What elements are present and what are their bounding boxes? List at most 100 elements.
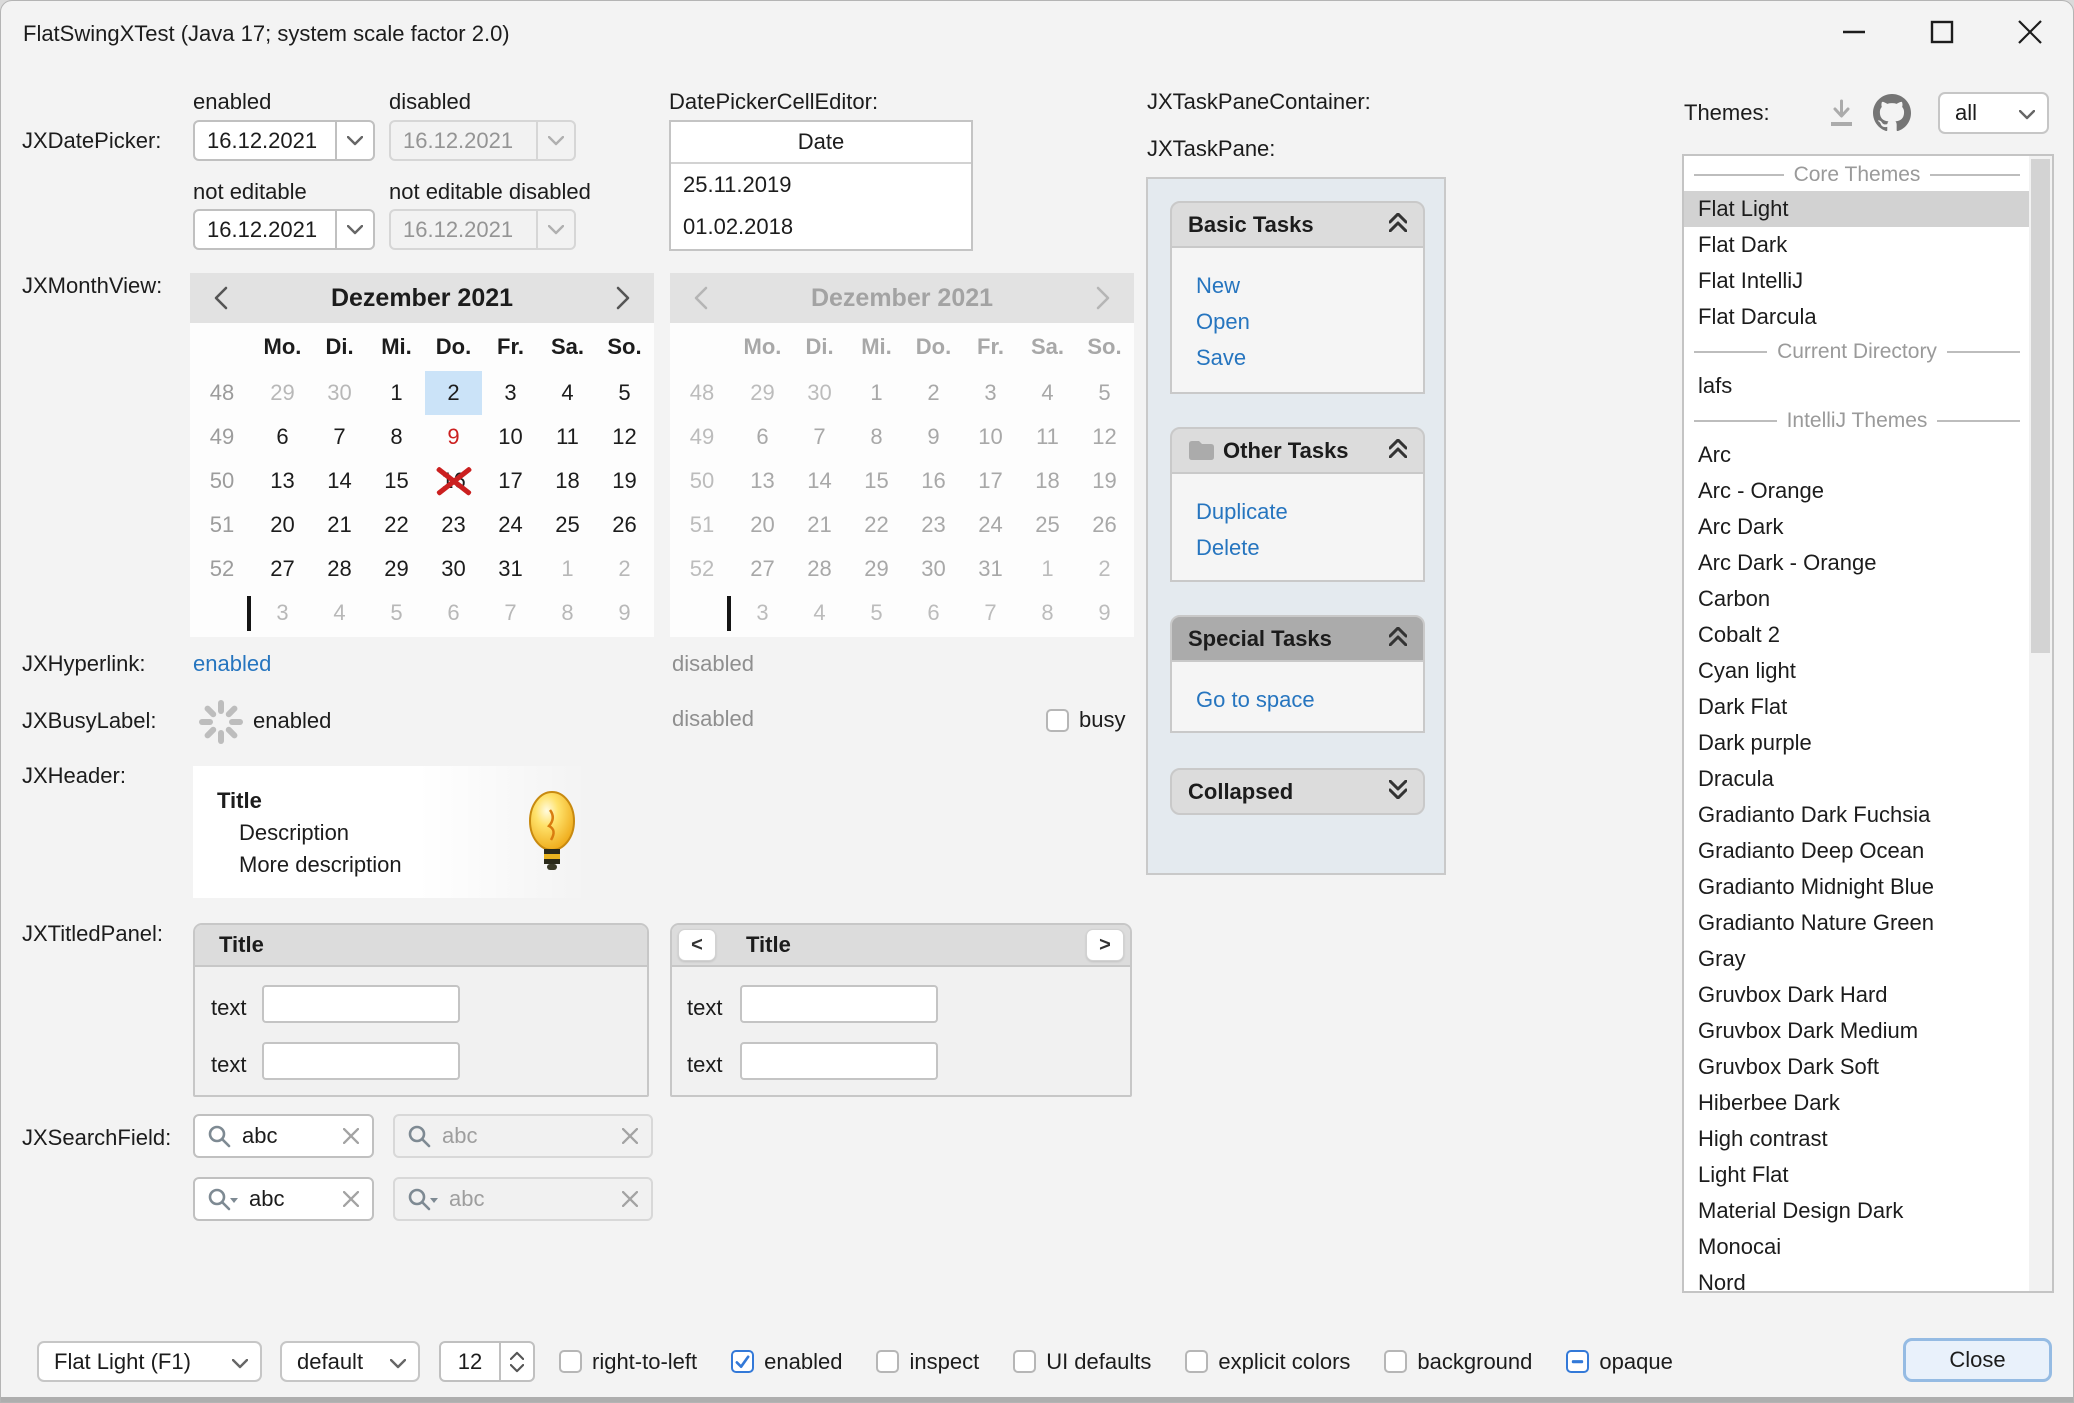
- theme-list-item[interactable]: Flat Dark: [1684, 227, 2030, 263]
- calendar-day-cell[interactable]: 24: [482, 503, 539, 547]
- calendar-day-cell[interactable]: 5: [368, 591, 425, 635]
- title-right-button[interactable]: >: [1086, 929, 1124, 961]
- calendar-day-cell[interactable]: 17: [482, 459, 539, 503]
- download-icon[interactable]: [1825, 99, 1858, 130]
- checkbox-box[interactable]: [1013, 1350, 1036, 1373]
- search-field[interactable]: abc: [193, 1114, 374, 1158]
- close-window-button[interactable]: [1998, 7, 2062, 57]
- calendar-day-cell[interactable]: 10: [482, 415, 539, 459]
- calendar-day-cell[interactable]: 30: [425, 547, 482, 591]
- table-row[interactable]: 01.02.2018: [671, 206, 971, 248]
- task-link[interactable]: Delete: [1172, 530, 1423, 566]
- scrollbar-thumb[interactable]: [2031, 159, 2050, 653]
- chevron-down-icon[interactable]: [335, 211, 373, 248]
- calendar-day-cell[interactable]: 1: [539, 547, 596, 591]
- checkbox-ui-defaults[interactable]: UI defaults: [1013, 1349, 1151, 1375]
- calendar-day-cell[interactable]: 3: [482, 371, 539, 415]
- theme-list-item[interactable]: Gradianto Deep Ocean: [1684, 833, 2030, 869]
- hyperlink-enabled[interactable]: enabled: [193, 651, 271, 677]
- theme-list-item[interactable]: Gradianto Nature Green: [1684, 905, 2030, 941]
- theme-list-item[interactable]: Gruvbox Dark Medium: [1684, 1013, 2030, 1049]
- calendar-day-cell[interactable]: 30: [311, 371, 368, 415]
- theme-list-item[interactable]: Flat Darcula: [1684, 299, 2030, 335]
- checkbox-box[interactable]: [1185, 1350, 1208, 1373]
- calendar-day-cell[interactable]: 27: [254, 547, 311, 591]
- theme-list-item[interactable]: Light Flat: [1684, 1157, 2030, 1193]
- spinner-up-icon[interactable]: [510, 1351, 524, 1360]
- checkbox-explicit-colors[interactable]: explicit colors: [1185, 1349, 1350, 1375]
- theme-list-item[interactable]: Gray: [1684, 941, 2030, 977]
- calendar-day-cell[interactable]: 29: [368, 547, 425, 591]
- collapse-chevron-icon[interactable]: [1389, 438, 1407, 464]
- task-link[interactable]: Open: [1172, 304, 1423, 340]
- calendar-day-cell[interactable]: 18: [539, 459, 596, 503]
- calendar-day-cell[interactable]: 26: [596, 503, 653, 547]
- theme-list-item[interactable]: Flat Light: [1684, 191, 2030, 227]
- chevron-down-icon[interactable]: [335, 122, 373, 159]
- task-link[interactable]: Go to space: [1172, 682, 1423, 718]
- previous-month-icon[interactable]: [190, 273, 252, 323]
- datepicker-enabled[interactable]: 16.12.2021: [193, 120, 375, 161]
- clear-icon[interactable]: [343, 1191, 359, 1207]
- task-link[interactable]: Save: [1172, 340, 1423, 376]
- spinner-down-icon[interactable]: [510, 1364, 524, 1373]
- checkbox-box[interactable]: [731, 1350, 754, 1373]
- calendar-day-cell[interactable]: 3: [254, 591, 311, 635]
- table-row[interactable]: 25.11.2019: [671, 164, 971, 206]
- theme-list-item[interactable]: Gruvbox Dark Soft: [1684, 1049, 2030, 1085]
- calendar-day-cell[interactable]: 21: [311, 503, 368, 547]
- calendar-day-cell[interactable]: 29: [254, 371, 311, 415]
- font-size-spinner[interactable]: 12: [439, 1341, 535, 1382]
- calendar-day-cell[interactable]: 31: [482, 547, 539, 591]
- calendar-day-cell[interactable]: 28: [311, 547, 368, 591]
- calendar-day-cell[interactable]: 9: [596, 591, 653, 635]
- collapse-chevron-icon[interactable]: [1389, 626, 1407, 652]
- calendar-day-cell[interactable]: 12: [596, 415, 653, 459]
- calendar-day-cell[interactable]: 8: [368, 415, 425, 459]
- theme-list-item[interactable]: Cyan light: [1684, 653, 2030, 689]
- theme-list-item[interactable]: High contrast: [1684, 1121, 2030, 1157]
- calendar-day-cell[interactable]: 15: [368, 459, 425, 503]
- calendar-day-cell[interactable]: 7: [482, 591, 539, 635]
- maximize-button[interactable]: [1910, 7, 1974, 57]
- theme-list-item[interactable]: Hiberbee Dark: [1684, 1085, 2030, 1121]
- theme-list-item[interactable]: Dracula: [1684, 761, 2030, 797]
- calendar-day-cell[interactable]: 2: [596, 547, 653, 591]
- search-field-with-menu[interactable]: abc: [193, 1177, 374, 1221]
- taskpane-group-header[interactable]: Basic Tasks: [1170, 201, 1425, 248]
- theme-list-item[interactable]: Material Design Dark: [1684, 1193, 2030, 1229]
- spinner-buttons[interactable]: [499, 1343, 533, 1380]
- checkbox-box[interactable]: [876, 1350, 899, 1373]
- datepicker-not-editable[interactable]: 16.12.2021: [193, 209, 375, 250]
- theme-list-item[interactable]: Arc - Orange: [1684, 473, 2030, 509]
- calendar-day-cell[interactable]: 9: [425, 415, 482, 459]
- text-input[interactable]: [262, 985, 460, 1023]
- expand-chevron-icon[interactable]: [1389, 779, 1407, 805]
- taskpane-group-header[interactable]: Other Tasks: [1170, 427, 1425, 474]
- text-input[interactable]: [740, 1042, 938, 1080]
- calendar-day-cell[interactable]: 2: [425, 371, 482, 415]
- checkbox-box[interactable]: [1046, 709, 1069, 732]
- calendar-day-cell[interactable]: 4: [311, 591, 368, 635]
- calendar-day-cell[interactable]: 6: [425, 591, 482, 635]
- checkbox-enabled[interactable]: enabled: [731, 1349, 842, 1375]
- theme-list-item[interactable]: Dark purple: [1684, 725, 2030, 761]
- title-left-button[interactable]: <: [678, 929, 716, 961]
- theme-list-item[interactable]: Cobalt 2: [1684, 617, 2030, 653]
- themes-filter-combobox[interactable]: all: [1938, 92, 2049, 134]
- search-menu-icon[interactable]: [208, 1188, 238, 1211]
- theme-list-item[interactable]: Dark Flat: [1684, 689, 2030, 725]
- calendar-day-cell[interactable]: 1: [368, 371, 425, 415]
- next-month-icon[interactable]: [592, 273, 654, 323]
- calendar-day-cell[interactable]: 13: [254, 459, 311, 503]
- clear-icon[interactable]: [343, 1128, 359, 1144]
- calendar-day-cell[interactable]: 25: [539, 503, 596, 547]
- theme-list-item[interactable]: Arc Dark - Orange: [1684, 545, 2030, 581]
- theme-list-item[interactable]: Nord: [1684, 1265, 2030, 1293]
- busy-checkbox[interactable]: busy: [1046, 707, 1125, 733]
- task-link[interactable]: Duplicate: [1172, 494, 1423, 530]
- theme-list-item[interactable]: Arc Dark: [1684, 509, 2030, 545]
- themes-scrollbar[interactable]: [2029, 156, 2052, 1291]
- theme-list-item[interactable]: lafs: [1684, 368, 2030, 404]
- theme-list-item[interactable]: Flat IntelliJ: [1684, 263, 2030, 299]
